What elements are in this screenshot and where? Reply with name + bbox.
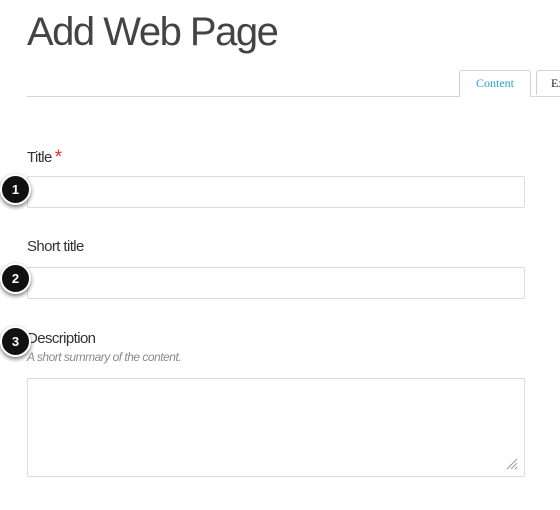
title-input[interactable] — [27, 176, 525, 208]
required-star: * — [54, 147, 62, 168]
description-label: Description — [27, 330, 96, 347]
step-marker-2: 2 — [0, 263, 31, 294]
short-title-input[interactable] — [27, 267, 525, 299]
resize-handle-icon[interactable] — [504, 456, 518, 470]
step-marker-3: 3 — [0, 326, 31, 357]
description-textarea[interactable] — [27, 378, 525, 477]
step-marker-1: 1 — [0, 174, 31, 205]
add-web-page-form: Add Web Page Content Ex Title* Short tit… — [0, 0, 560, 510]
tab-extra[interactable]: Ex — [536, 70, 560, 95]
title-label-text: Title — [27, 149, 52, 166]
short-title-label: Short title — [27, 238, 84, 255]
page-title: Add Web Page — [27, 10, 279, 54]
description-help-text: A short summary of the content. — [27, 350, 182, 364]
title-label: Title * — [27, 146, 62, 168]
tab-bar: Content Ex — [27, 70, 560, 97]
tab-content[interactable]: Content — [459, 70, 531, 97]
